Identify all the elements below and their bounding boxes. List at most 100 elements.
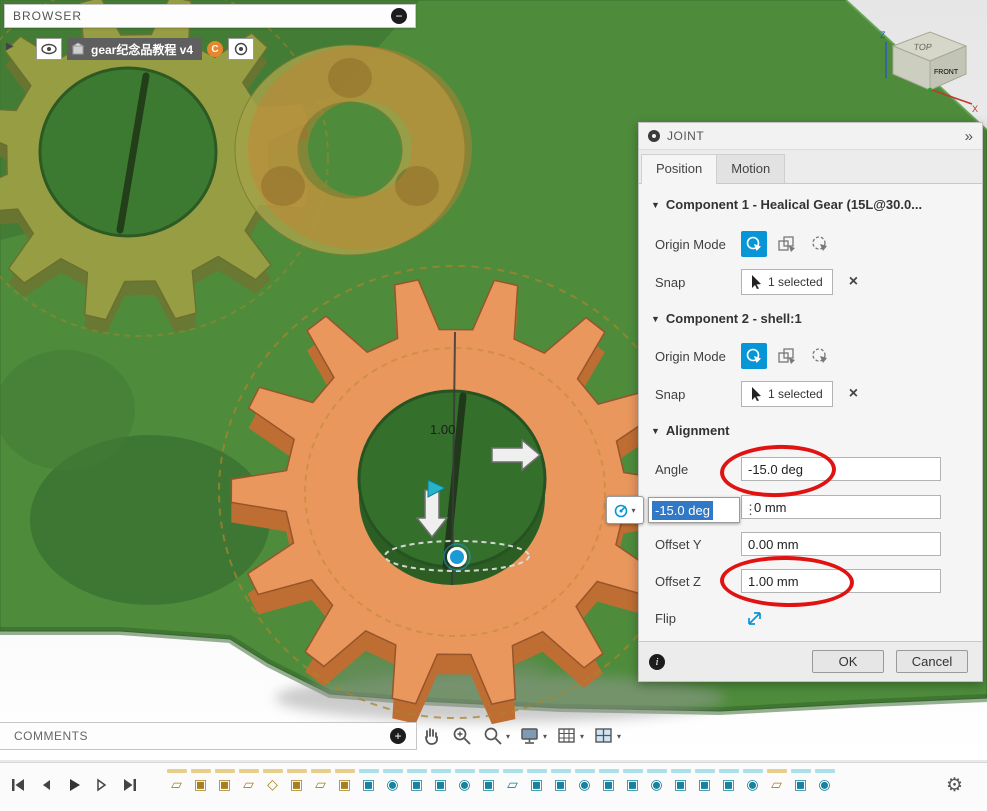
- timeline-playback-controls: [10, 777, 138, 793]
- tab-motion[interactable]: Motion: [716, 154, 785, 183]
- timeline-feature-1[interactable]: ▱: [166, 769, 187, 793]
- component1-section-header[interactable]: ▼ Component 1 - Healical Gear (15L@30.0.…: [651, 197, 922, 212]
- timeline-feature-3[interactable]: ▣: [214, 769, 235, 793]
- snap-row-1: Snap 1 selected ×: [639, 268, 982, 296]
- timeline-feature-28[interactable]: ◉: [814, 769, 835, 793]
- olive-hub[interactable]: [40, 68, 216, 236]
- z-axis-label: Z: [880, 30, 886, 40]
- origin-mode-label-2: Origin Mode: [655, 349, 741, 364]
- display-settings-dropdown[interactable]: ▾: [519, 725, 547, 747]
- angle-input[interactable]: -15.0 deg: [741, 457, 941, 481]
- expand-panel-icon[interactable]: »: [965, 129, 973, 144]
- tab-position[interactable]: Position: [641, 154, 717, 184]
- snap-selection-1-value: 1 selected: [768, 275, 823, 289]
- offset-y-input[interactable]: 0.00 mm: [741, 532, 941, 556]
- snap-selection-2[interactable]: 1 selected: [741, 381, 833, 407]
- timeline-feature-17[interactable]: ▣: [550, 769, 571, 793]
- pan-button[interactable]: [420, 725, 442, 747]
- timeline-feature-20[interactable]: ▣: [622, 769, 643, 793]
- angle-row: Angle -15.0 deg: [639, 456, 982, 482]
- angle-dial-icon: [614, 502, 629, 518]
- origin-mode-between-faces-button-2[interactable]: [774, 343, 800, 369]
- origin-mode-between-faces-button[interactable]: [774, 231, 800, 257]
- cancel-button[interactable]: Cancel: [896, 650, 968, 673]
- snap-clear-button-2[interactable]: ×: [849, 385, 858, 403]
- timeline-feature-19[interactable]: ▣: [598, 769, 619, 793]
- timeline-feature-4[interactable]: ▱: [238, 769, 259, 793]
- flip-button[interactable]: [741, 608, 767, 628]
- timeline-feature-10[interactable]: ◉: [382, 769, 403, 793]
- collapse-triangle-icon[interactable]: ▼: [651, 200, 660, 210]
- origin-mode-simple-button[interactable]: [741, 231, 767, 257]
- view-cube[interactable]: Z TOP FRONT X: [868, 16, 980, 112]
- go-to-start-button[interactable]: [10, 777, 26, 793]
- timeline-feature-13[interactable]: ◉: [454, 769, 475, 793]
- step-forward-button[interactable]: [95, 777, 109, 793]
- timeline-feature-25[interactable]: ◉: [742, 769, 763, 793]
- document-chip[interactable]: gear纪念品教程 v4: [67, 38, 202, 60]
- origin-mode-two-edges-button[interactable]: [807, 231, 833, 257]
- fit-dropdown[interactable]: ▾: [482, 725, 510, 747]
- joint-dialog-header[interactable]: JOINT »: [639, 123, 982, 150]
- collapse-triangle-icon[interactable]: ▼: [651, 314, 660, 324]
- timeline-feature-26[interactable]: ▱: [766, 769, 787, 793]
- offset-y-row: Offset Y 0.00 mm: [639, 531, 982, 557]
- joint-origin-point[interactable]: [449, 549, 466, 566]
- manipulator-mode-button[interactable]: ▾: [606, 496, 644, 524]
- component2-section-header[interactable]: ▼ Component 2 - shell:1: [651, 311, 802, 326]
- offset-y-label: Offset Y: [655, 537, 741, 552]
- timeline-feature-18[interactable]: ◉: [574, 769, 595, 793]
- between-faces-icon: [777, 347, 797, 365]
- timeline-feature-5[interactable]: ◇: [262, 769, 283, 793]
- viewports-dropdown[interactable]: ▾: [593, 725, 621, 747]
- timeline-feature-2[interactable]: ▣: [190, 769, 211, 793]
- timeline-feature-27[interactable]: ▣: [790, 769, 811, 793]
- zoom-button[interactable]: [451, 725, 473, 747]
- timeline-settings-button[interactable]: ⚙: [946, 774, 963, 797]
- snap-clear-button-1[interactable]: ×: [849, 273, 858, 291]
- offset-x-input[interactable]: 0 mm: [741, 495, 941, 519]
- timeline-feature-11[interactable]: ▣: [406, 769, 427, 793]
- drag-grip-icon[interactable]: ⋮: [744, 502, 754, 518]
- joint-tab-strip: Position Motion: [639, 150, 982, 184]
- browser-document-row[interactable]: gear纪念品教程 v4 C: [36, 37, 254, 61]
- cursor-icon: [751, 387, 762, 401]
- snap-selection-1[interactable]: 1 selected: [741, 269, 833, 295]
- timeline-feature-7[interactable]: ▱: [310, 769, 331, 793]
- timeline-feature-21[interactable]: ◉: [646, 769, 667, 793]
- alignment-section-header[interactable]: ▼ Alignment: [651, 423, 729, 438]
- timeline-feature-9[interactable]: ▣: [358, 769, 379, 793]
- timeline-feature-16[interactable]: ▣: [526, 769, 547, 793]
- info-icon[interactable]: i: [649, 654, 665, 670]
- offset-z-label: Offset Z: [655, 574, 741, 589]
- timeline-feature-12[interactable]: ▣: [430, 769, 451, 793]
- origin-target-button[interactable]: [228, 38, 254, 60]
- timeline-feature-6[interactable]: ▣: [286, 769, 307, 793]
- add-comment-button[interactable]: +: [390, 728, 406, 744]
- comments-panel-header[interactable]: COMMENTS +: [0, 722, 417, 750]
- browser-collapse-button[interactable]: −: [391, 8, 407, 24]
- collapse-triangle-icon[interactable]: ▼: [651, 426, 660, 436]
- offset-z-input[interactable]: 1.00 mm: [741, 569, 941, 593]
- ok-button[interactable]: OK: [812, 650, 884, 673]
- play-button[interactable]: [66, 777, 82, 793]
- floating-angle-input[interactable]: -15.0 deg: [648, 497, 740, 523]
- grid-snap-dropdown[interactable]: ▾: [556, 725, 584, 747]
- timeline-feature-22[interactable]: ▣: [670, 769, 691, 793]
- step-back-button[interactable]: [39, 777, 53, 793]
- browser-expand-arrow[interactable]: ▶: [6, 41, 14, 52]
- browser-panel-header[interactable]: BROWSER −: [4, 4, 416, 28]
- x-axis-line: [932, 90, 972, 104]
- timeline-feature-23[interactable]: ▣: [694, 769, 715, 793]
- visibility-toggle[interactable]: [36, 38, 62, 60]
- joint-dialog: JOINT » Position Motion ▼ Component 1 - …: [638, 122, 983, 682]
- sync-status-badge[interactable]: C: [207, 41, 223, 57]
- origin-mode-simple-button-2[interactable]: [741, 343, 767, 369]
- timeline-feature-14[interactable]: ▣: [478, 769, 499, 793]
- timeline-feature-15[interactable]: ▱: [502, 769, 523, 793]
- timeline-feature-24[interactable]: ▣: [718, 769, 739, 793]
- go-to-end-button[interactable]: [122, 777, 138, 793]
- viewcube-front-label: FRONT: [934, 69, 959, 76]
- timeline-feature-8[interactable]: ▣: [334, 769, 355, 793]
- origin-mode-two-edges-button-2[interactable]: [807, 343, 833, 369]
